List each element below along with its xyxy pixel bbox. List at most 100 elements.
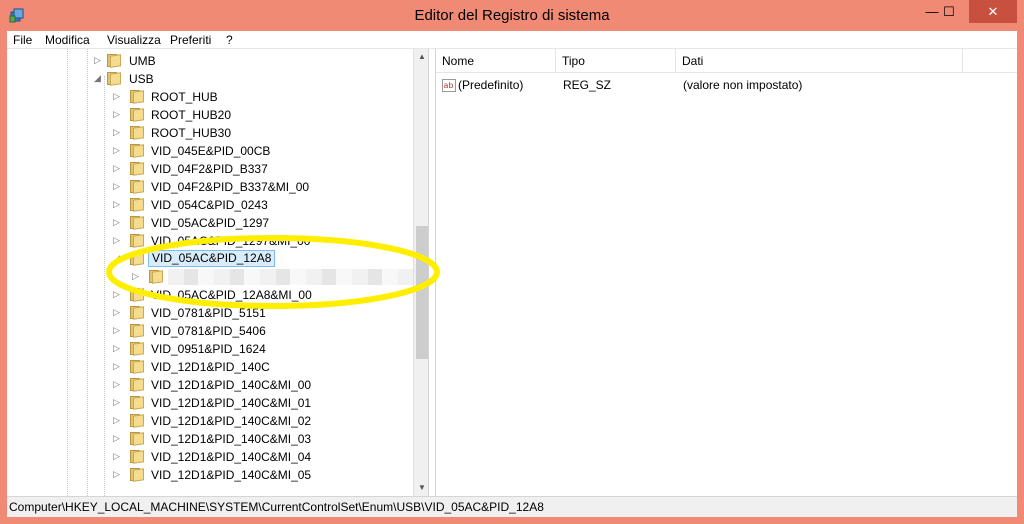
folder-icon <box>130 306 144 320</box>
tree-label: VID_12D1&PID_140C <box>151 360 270 374</box>
expand-arrow-icon[interactable]: ▷ <box>113 127 121 137</box>
tree-label: VID_12D1&PID_140C&MI_03 <box>151 432 312 446</box>
values-list[interactable]: Nome Tipo Dati ab (Predefinito) REG_SZ (… <box>436 49 1017 496</box>
expand-arrow-icon[interactable]: ▷ <box>113 217 121 227</box>
tree-guide-line <box>67 49 68 496</box>
window-title: Editor del Registro di sistema <box>414 7 610 24</box>
tree-vertical-scrollbar[interactable]: ▲ ▼ <box>413 49 428 496</box>
tree-label: VID_054C&PID_0243 <box>151 198 268 212</box>
tree-label: VID_05AC&PID_1297&MI_00 <box>151 234 311 248</box>
expand-arrow-icon[interactable]: ▷ <box>113 163 121 173</box>
folder-icon <box>130 450 144 464</box>
tree-label: VID_12D1&PID_140C&MI_01 <box>151 396 312 410</box>
folder-icon <box>130 432 144 446</box>
expand-arrow-icon[interactable]: ▷ <box>113 91 121 101</box>
folder-icon <box>130 126 144 140</box>
folder-icon <box>130 180 144 194</box>
expand-arrow-icon[interactable]: ▷ <box>113 289 121 299</box>
tree-label: VID_04F2&PID_B337 <box>151 162 268 176</box>
tree-label: VID_045E&PID_00CB <box>151 144 271 158</box>
folder-icon <box>130 288 144 302</box>
value-type: REG_SZ <box>563 78 612 92</box>
collapse-arrow-icon[interactable]: ◢ <box>113 253 121 263</box>
expand-arrow-icon[interactable]: ▷ <box>113 379 121 389</box>
folder-icon <box>130 324 144 338</box>
string-value-icon: ab <box>442 79 456 92</box>
folder-icon <box>130 198 144 212</box>
tree-guide-line <box>104 76 105 496</box>
expand-arrow-icon[interactable]: ▷ <box>113 469 121 479</box>
expand-arrow-icon[interactable]: ▷ <box>113 451 121 461</box>
status-bar: Computer\HKEY_LOCAL_MACHINE\SYSTEM\Curre… <box>7 496 1017 517</box>
scroll-down-icon[interactable]: ▼ <box>414 480 428 496</box>
folder-icon <box>130 108 144 122</box>
tree-label: VID_0781&PID_5406 <box>151 324 266 338</box>
expand-arrow-icon[interactable]: ▷ <box>113 343 121 353</box>
tree-label: VID_0951&PID_1624 <box>151 342 266 356</box>
tree-label: USB <box>129 72 154 86</box>
menu-help[interactable]: ? <box>226 33 233 47</box>
folder-icon <box>149 270 163 284</box>
tree-label: VID_12D1&PID_140C&MI_05 <box>151 468 312 482</box>
expand-arrow-icon[interactable]: ▷ <box>132 271 140 281</box>
icon-text: ab <box>444 81 454 90</box>
menu-visualizza[interactable]: Visualizza <box>107 33 161 47</box>
registry-editor-client: File Modifica Visualizza Preferiti ? ▷ U… <box>7 31 1017 517</box>
scroll-up-icon[interactable]: ▲ <box>414 49 428 65</box>
folder-icon <box>107 54 121 68</box>
menu-preferiti[interactable]: Preferiti <box>170 33 211 47</box>
column-header-nome[interactable]: Nome <box>436 49 556 73</box>
expand-arrow-icon[interactable]: ▷ <box>113 235 121 245</box>
menu-file[interactable]: File <box>13 33 32 47</box>
tree-label: VID_12D1&PID_140C&MI_02 <box>151 414 312 428</box>
tree-label: VID_05AC&PID_12A8&MI_00 <box>151 288 312 302</box>
menu-modifica[interactable]: Modifica <box>45 33 90 47</box>
scroll-thumb[interactable] <box>416 226 428 359</box>
expand-arrow-icon[interactable]: ▷ <box>113 199 121 209</box>
expand-arrow-icon[interactable]: ▷ <box>113 109 121 119</box>
menu-bar: File Modifica Visualizza Preferiti ? <box>7 31 1017 49</box>
expand-arrow-icon[interactable]: ▷ <box>113 433 121 443</box>
folder-icon <box>130 378 144 392</box>
key-tree[interactable]: ▷ UMB ◢ USB ▷ ROOT_HUB ▷ ROOT_HUB20 ▷ ROOT_HU… <box>7 49 429 496</box>
folder-open-icon <box>130 252 144 266</box>
tree-guide-line <box>87 49 88 496</box>
folder-icon <box>130 234 144 248</box>
maximize-button[interactable]: ☐ <box>935 0 963 23</box>
folder-icon <box>130 216 144 230</box>
redacted-label <box>168 269 413 285</box>
column-header-filler <box>963 49 1017 73</box>
expand-arrow-icon[interactable]: ▷ <box>113 181 121 191</box>
value-data: (valore non impostato) <box>683 78 803 92</box>
value-name: (Predefinito) <box>458 78 524 92</box>
close-button[interactable]: ✕ <box>969 0 1017 23</box>
folder-icon <box>130 144 144 158</box>
expand-arrow-icon[interactable]: ▷ <box>113 145 121 155</box>
current-key-path: Computer\HKEY_LOCAL_MACHINE\SYSTEM\Curre… <box>9 500 544 514</box>
pane-splitter[interactable] <box>429 49 436 496</box>
expand-arrow-icon[interactable]: ▷ <box>113 307 121 317</box>
folder-open-icon <box>107 72 121 86</box>
folder-icon <box>130 162 144 176</box>
expand-arrow-icon[interactable]: ▷ <box>113 415 121 425</box>
expand-arrow-icon[interactable]: ▷ <box>94 55 102 65</box>
collapse-arrow-icon[interactable]: ◢ <box>94 73 102 83</box>
title-bar: Editor del Registro di sistema — ☐ ✕ <box>0 0 1024 31</box>
folder-icon <box>130 360 144 374</box>
folder-icon <box>130 90 144 104</box>
value-row[interactable]: ab (Predefinito) <box>442 78 552 94</box>
tree-label: VID_04F2&PID_B337&MI_00 <box>151 180 310 194</box>
tree-label: VID_12D1&PID_140C&MI_04 <box>151 450 312 464</box>
expand-arrow-icon[interactable]: ▷ <box>113 397 121 407</box>
tree-label: VID_0781&PID_5151 <box>151 306 266 320</box>
folder-icon <box>130 396 144 410</box>
tree-label: ROOT_HUB30 <box>151 126 232 140</box>
expand-arrow-icon[interactable]: ▷ <box>113 325 121 335</box>
column-header-tipo[interactable]: Tipo <box>556 49 676 73</box>
tree-label: ROOT_HUB <box>151 90 218 104</box>
tree-label: ROOT_HUB20 <box>151 108 232 122</box>
column-header-dati[interactable]: Dati <box>676 49 963 73</box>
tree-label-selected: VID_05AC&PID_12A8 <box>148 250 276 267</box>
tree-label: VID_12D1&PID_140C&MI_00 <box>151 378 312 392</box>
expand-arrow-icon[interactable]: ▷ <box>113 361 121 371</box>
